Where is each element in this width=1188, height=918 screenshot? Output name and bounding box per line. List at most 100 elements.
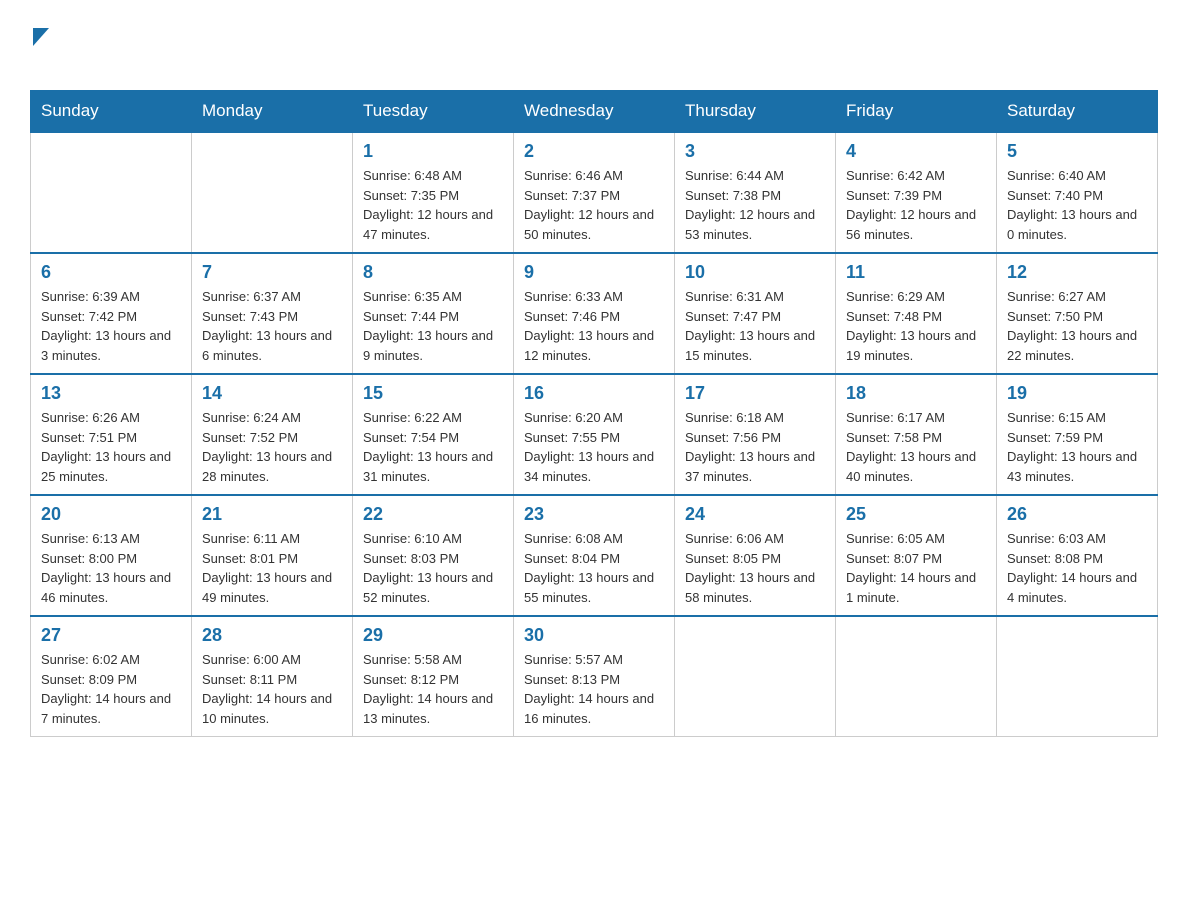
- calendar-cell: [836, 616, 997, 737]
- day-info: Sunrise: 6:37 AMSunset: 7:43 PMDaylight:…: [202, 287, 342, 365]
- calendar-cell: 20Sunrise: 6:13 AMSunset: 8:00 PMDayligh…: [31, 495, 192, 616]
- calendar-cell: 2 Sunrise: 6:46 AMSunset: 7:37 PMDaylight…: [514, 132, 675, 253]
- day-number: 3: [685, 141, 825, 162]
- day-info: Sunrise: 6:48 AMSunset: 7:35 PMDaylight:…: [363, 166, 503, 244]
- day-number: 23: [524, 504, 664, 525]
- calendar-cell: 26 Sunrise: 6:03 AMSunset: 8:08 PMDayligh…: [997, 495, 1158, 616]
- day-number: 17: [685, 383, 825, 404]
- day-number: 24: [685, 504, 825, 525]
- calendar-header-row: SundayMondayTuesdayWednesdayThursdayFrid…: [31, 91, 1158, 133]
- calendar-cell: 16 Sunrise: 6:20 AMSunset: 7:55 PMDayligh…: [514, 374, 675, 495]
- page-header: [30, 20, 1158, 80]
- day-info: Sunrise: 5:58 AMSunset: 8:12 PMDaylight:…: [363, 650, 503, 728]
- calendar-cell: 1 Sunrise: 6:48 AMSunset: 7:35 PMDaylight…: [353, 132, 514, 253]
- day-number: 30: [524, 625, 664, 646]
- day-number: 11: [846, 262, 986, 283]
- day-info: Sunrise: 6:08 AMSunset: 8:04 PMDaylight:…: [524, 529, 664, 607]
- day-number: 29: [363, 625, 503, 646]
- calendar-cell: 23 Sunrise: 6:08 AMSunset: 8:04 PMDayligh…: [514, 495, 675, 616]
- day-info: Sunrise: 6:03 AMSunset: 8:08 PMDaylight:…: [1007, 529, 1147, 607]
- calendar-cell: 4 Sunrise: 6:42 AMSunset: 7:39 PMDaylight…: [836, 132, 997, 253]
- day-number: 8: [363, 262, 503, 283]
- day-number: 19: [1007, 383, 1147, 404]
- calendar-cell: 3 Sunrise: 6:44 AMSunset: 7:38 PMDaylight…: [675, 132, 836, 253]
- calendar-cell: 14 Sunrise: 6:24 AMSunset: 7:52 PMDayligh…: [192, 374, 353, 495]
- day-info: Sunrise: 6:46 AMSunset: 7:37 PMDaylight:…: [524, 166, 664, 244]
- week-row-1: 1 Sunrise: 6:48 AMSunset: 7:35 PMDaylight…: [31, 132, 1158, 253]
- day-info: Sunrise: 6:06 AMSunset: 8:05 PMDaylight:…: [685, 529, 825, 607]
- day-info: Sunrise: 6:02 AMSunset: 8:09 PMDaylight:…: [41, 650, 181, 728]
- day-info: Sunrise: 6:33 AMSunset: 7:46 PMDaylight:…: [524, 287, 664, 365]
- col-header-sunday: Sunday: [31, 91, 192, 133]
- week-row-3: 13Sunrise: 6:26 AMSunset: 7:51 PMDayligh…: [31, 374, 1158, 495]
- day-info: Sunrise: 6:05 AMSunset: 8:07 PMDaylight:…: [846, 529, 986, 607]
- day-info: Sunrise: 6:42 AMSunset: 7:39 PMDaylight:…: [846, 166, 986, 244]
- day-info: Sunrise: 6:11 AMSunset: 8:01 PMDaylight:…: [202, 529, 342, 607]
- calendar-cell: 19 Sunrise: 6:15 AMSunset: 7:59 PMDayligh…: [997, 374, 1158, 495]
- day-number: 25: [846, 504, 986, 525]
- day-info: Sunrise: 6:15 AMSunset: 7:59 PMDaylight:…: [1007, 408, 1147, 486]
- day-info: Sunrise: 6:44 AMSunset: 7:38 PMDaylight:…: [685, 166, 825, 244]
- day-number: 26: [1007, 504, 1147, 525]
- col-header-friday: Friday: [836, 91, 997, 133]
- day-info: Sunrise: 6:31 AMSunset: 7:47 PMDaylight:…: [685, 287, 825, 365]
- calendar-cell: 13Sunrise: 6:26 AMSunset: 7:51 PMDayligh…: [31, 374, 192, 495]
- day-number: 4: [846, 141, 986, 162]
- day-info: Sunrise: 5:57 AMSunset: 8:13 PMDaylight:…: [524, 650, 664, 728]
- day-number: 28: [202, 625, 342, 646]
- calendar-cell: 6Sunrise: 6:39 AMSunset: 7:42 PMDaylight…: [31, 253, 192, 374]
- day-info: Sunrise: 6:20 AMSunset: 7:55 PMDaylight:…: [524, 408, 664, 486]
- logo-arrow-icon: [33, 28, 49, 46]
- day-info: Sunrise: 6:22 AMSunset: 7:54 PMDaylight:…: [363, 408, 503, 486]
- day-info: Sunrise: 6:10 AMSunset: 8:03 PMDaylight:…: [363, 529, 503, 607]
- calendar-cell: 10 Sunrise: 6:31 AMSunset: 7:47 PMDayligh…: [675, 253, 836, 374]
- calendar-cell: 30 Sunrise: 5:57 AMSunset: 8:13 PMDayligh…: [514, 616, 675, 737]
- day-number: 14: [202, 383, 342, 404]
- day-info: Sunrise: 6:17 AMSunset: 7:58 PMDaylight:…: [846, 408, 986, 486]
- day-info: Sunrise: 6:00 AMSunset: 8:11 PMDaylight:…: [202, 650, 342, 728]
- calendar-cell: [192, 132, 353, 253]
- day-number: 22: [363, 504, 503, 525]
- calendar-cell: 17 Sunrise: 6:18 AMSunset: 7:56 PMDayligh…: [675, 374, 836, 495]
- calendar-table: SundayMondayTuesdayWednesdayThursdayFrid…: [30, 90, 1158, 737]
- calendar-cell: 27Sunrise: 6:02 AMSunset: 8:09 PMDayligh…: [31, 616, 192, 737]
- day-number: 1: [363, 141, 503, 162]
- day-number: 15: [363, 383, 503, 404]
- calendar-cell: 22 Sunrise: 6:10 AMSunset: 8:03 PMDayligh…: [353, 495, 514, 616]
- day-number: 18: [846, 383, 986, 404]
- calendar-cell: 5 Sunrise: 6:40 AMSunset: 7:40 PMDaylight…: [997, 132, 1158, 253]
- calendar-cell: 15 Sunrise: 6:22 AMSunset: 7:54 PMDayligh…: [353, 374, 514, 495]
- col-header-wednesday: Wednesday: [514, 91, 675, 133]
- day-info: Sunrise: 6:40 AMSunset: 7:40 PMDaylight:…: [1007, 166, 1147, 244]
- calendar-cell: 8 Sunrise: 6:35 AMSunset: 7:44 PMDaylight…: [353, 253, 514, 374]
- logo: [30, 20, 49, 80]
- day-number: 21: [202, 504, 342, 525]
- col-header-saturday: Saturday: [997, 91, 1158, 133]
- week-row-2: 6Sunrise: 6:39 AMSunset: 7:42 PMDaylight…: [31, 253, 1158, 374]
- calendar-cell: 9 Sunrise: 6:33 AMSunset: 7:46 PMDaylight…: [514, 253, 675, 374]
- day-number: 6: [41, 262, 181, 283]
- day-info: Sunrise: 6:24 AMSunset: 7:52 PMDaylight:…: [202, 408, 342, 486]
- day-number: 16: [524, 383, 664, 404]
- day-number: 10: [685, 262, 825, 283]
- col-header-tuesday: Tuesday: [353, 91, 514, 133]
- calendar-cell: 21 Sunrise: 6:11 AMSunset: 8:01 PMDayligh…: [192, 495, 353, 616]
- day-number: 9: [524, 262, 664, 283]
- day-number: 12: [1007, 262, 1147, 283]
- day-number: 7: [202, 262, 342, 283]
- day-info: Sunrise: 6:35 AMSunset: 7:44 PMDaylight:…: [363, 287, 503, 365]
- day-info: Sunrise: 6:27 AMSunset: 7:50 PMDaylight:…: [1007, 287, 1147, 365]
- col-header-thursday: Thursday: [675, 91, 836, 133]
- calendar-cell: 25 Sunrise: 6:05 AMSunset: 8:07 PMDayligh…: [836, 495, 997, 616]
- day-number: 2: [524, 141, 664, 162]
- day-number: 13: [41, 383, 181, 404]
- day-info: Sunrise: 6:18 AMSunset: 7:56 PMDaylight:…: [685, 408, 825, 486]
- calendar-cell: [31, 132, 192, 253]
- calendar-cell: 7 Sunrise: 6:37 AMSunset: 7:43 PMDaylight…: [192, 253, 353, 374]
- day-number: 20: [41, 504, 181, 525]
- week-row-4: 20Sunrise: 6:13 AMSunset: 8:00 PMDayligh…: [31, 495, 1158, 616]
- calendar-cell: 28 Sunrise: 6:00 AMSunset: 8:11 PMDayligh…: [192, 616, 353, 737]
- day-info: Sunrise: 6:29 AMSunset: 7:48 PMDaylight:…: [846, 287, 986, 365]
- day-number: 5: [1007, 141, 1147, 162]
- calendar-cell: 18 Sunrise: 6:17 AMSunset: 7:58 PMDayligh…: [836, 374, 997, 495]
